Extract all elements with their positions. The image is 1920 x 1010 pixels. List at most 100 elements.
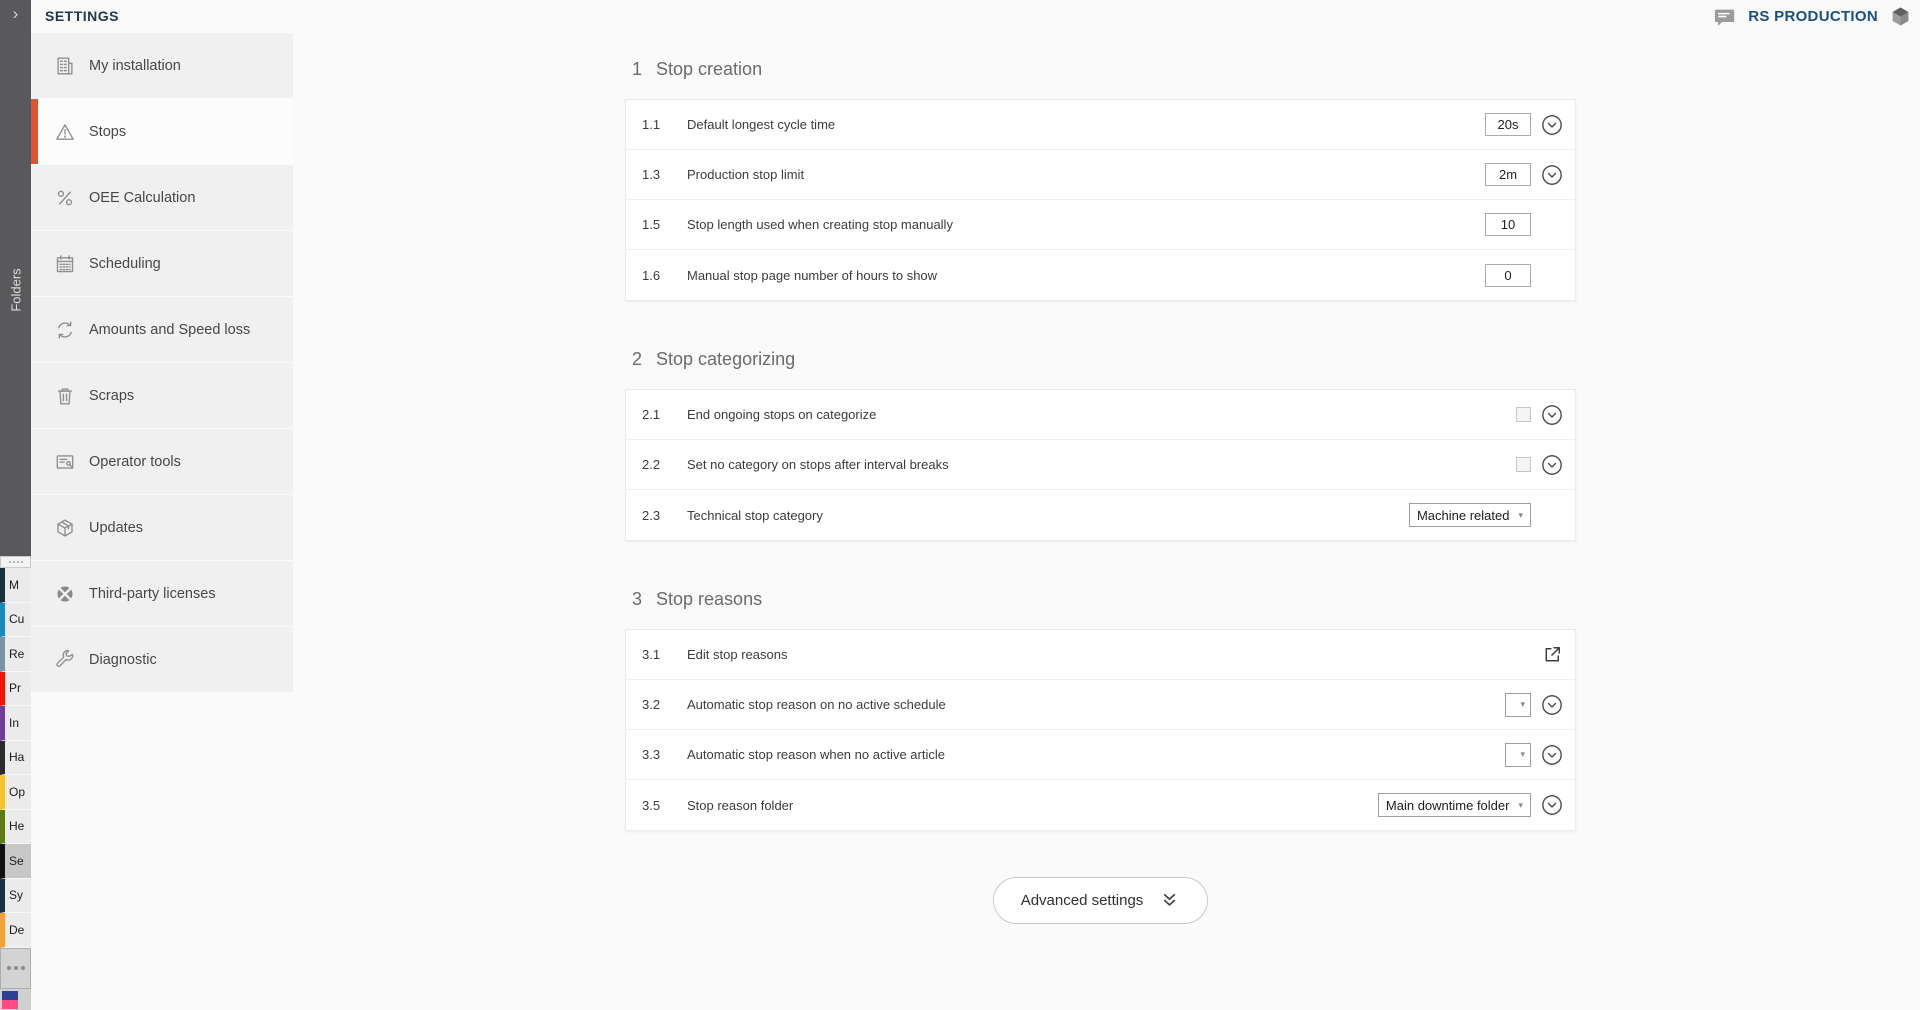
more-options-button[interactable] [0, 948, 31, 989]
sidebar-item-diagnostic[interactable]: Diagnostic [31, 627, 293, 692]
setting-number: 1.3 [642, 167, 687, 182]
select-dropdown[interactable]: Machine related▾ [1409, 503, 1531, 527]
trash-icon [53, 384, 77, 408]
expand-slot-empty [1541, 214, 1563, 236]
checkbox[interactable] [1516, 457, 1531, 472]
warning-icon [53, 120, 77, 144]
sidebar-item-label: Diagnostic [89, 652, 157, 668]
setting-row-1-6: 1.6Manual stop page number of hours to s… [626, 250, 1575, 300]
folder-nav-item-label: He [9, 819, 24, 833]
folder-nav-item-label: Ha [9, 750, 24, 764]
chat-icon[interactable] [1713, 6, 1737, 28]
folder-nav-item-label: Re [9, 647, 24, 661]
checkbox[interactable] [1516, 407, 1531, 422]
expand-folders-chevron-icon[interactable]: › [0, 4, 31, 24]
caret-down-icon: ▾ [1518, 801, 1523, 810]
folders-rail-label: Folders [8, 268, 23, 311]
sidebar-item-operator-tools[interactable]: Operator tools [31, 429, 293, 494]
sync-icon [53, 318, 77, 342]
setting-control: ▾ [1505, 743, 1531, 767]
sidebar-item-updates[interactable]: Updates [31, 495, 293, 560]
value-input[interactable] [1485, 113, 1531, 136]
advanced-settings-button[interactable]: Advanced settings [993, 877, 1209, 924]
sidebar-item-label: Stops [89, 124, 126, 140]
folder-nav-item-he[interactable]: He [0, 810, 31, 845]
sidebar-item-oee-calculation[interactable]: OEE Calculation [31, 165, 293, 230]
setting-row-2-3: 2.3Technical stop categoryMachine relate… [626, 490, 1575, 540]
sidebar-item-label: Amounts and Speed loss [89, 322, 250, 338]
setting-number: 3.5 [642, 798, 687, 813]
folder-nav-item-in[interactable]: In [0, 706, 31, 741]
folder-nav-item-label: Op [9, 785, 25, 799]
select-dropdown[interactable]: ▾ [1505, 693, 1531, 717]
select-dropdown[interactable]: ▾ [1505, 743, 1531, 767]
id-card-icon [53, 450, 77, 474]
setting-control [1516, 457, 1531, 472]
setting-number: 2.1 [642, 407, 687, 422]
folder-nav-item-op[interactable]: Op [0, 775, 31, 810]
section-number: 1 [632, 59, 642, 80]
setting-label: Stop reason folder [687, 798, 1378, 813]
expand-row-chevron-icon[interactable] [1541, 694, 1563, 716]
setting-number: 3.3 [642, 747, 687, 762]
value-input[interactable] [1485, 163, 1531, 186]
mini-nav-drag-handle[interactable] [0, 556, 31, 568]
sidebar-item-third-party-licenses[interactable]: Third-party licenses [31, 561, 293, 626]
mini-nav-rail: M Cu Re Pr In Ha Op He Se Sy De [0, 556, 31, 1009]
sidebar-item-scheduling[interactable]: Scheduling [31, 231, 293, 296]
section-name: Stop creation [656, 59, 762, 80]
section-title-stop-reasons: 3 Stop reasons [625, 587, 1576, 612]
expand-row-chevron-icon[interactable] [1541, 794, 1563, 816]
caret-down-icon: ▾ [1518, 511, 1523, 520]
expand-row-chevron-icon[interactable] [1541, 114, 1563, 136]
expand-row-chevron-icon[interactable] [1541, 404, 1563, 426]
setting-label: End ongoing stops on categorize [687, 407, 1516, 422]
folders-rail: › Folders [0, 0, 31, 556]
folder-nav-item-se[interactable]: Se [0, 844, 31, 879]
value-input[interactable] [1485, 264, 1531, 287]
folder-nav-item-re[interactable]: Re [0, 637, 31, 672]
section-title-stop-categorizing: 2Stop categorizing [625, 347, 1576, 372]
setting-label: Edit stop reasons [687, 647, 1531, 662]
cube-icon[interactable] [1889, 5, 1912, 28]
sidebar-item-scraps[interactable]: Scraps [31, 363, 293, 428]
segments-icon [53, 582, 77, 606]
folder-nav-item-de[interactable]: De [0, 913, 31, 948]
select-dropdown[interactable]: Main downtime folder▾ [1378, 793, 1531, 817]
sidebar-item-my-installation[interactable]: My installation [31, 33, 293, 98]
folder-nav-item-cu[interactable]: Cu [0, 603, 31, 638]
setting-row-2-1: 2.1End ongoing stops on categorize [626, 390, 1575, 440]
setting-label: Stop length used when creating stop manu… [687, 217, 1485, 232]
folder-nav-item-ha[interactable]: Ha [0, 741, 31, 776]
setting-number: 1.5 [642, 217, 687, 232]
setting-control [1485, 213, 1531, 236]
setting-control: Main downtime folder▾ [1378, 793, 1531, 817]
setting-number: 2.2 [642, 457, 687, 472]
folder-nav-item-label: De [9, 923, 24, 937]
logo-bottom-block [2, 1000, 18, 1009]
settings-sidebar: My installation Stops OEE Calculation Sched… [31, 33, 293, 693]
section-number: 3 [632, 589, 642, 610]
setting-row-3-3: 3.3Automatic stop reason when no active … [626, 730, 1575, 780]
expand-row-chevron-icon[interactable] [1541, 164, 1563, 186]
folder-nav-item-pr[interactable]: Pr [0, 672, 31, 707]
folder-nav-item-label: Se [9, 854, 24, 868]
expand-row-chevron-icon[interactable] [1541, 454, 1563, 476]
sidebar-item-amounts-and-speed-loss[interactable]: Amounts and Speed loss [31, 297, 293, 362]
sidebar-item-stops[interactable]: Stops [31, 99, 293, 164]
setting-control: Machine related▾ [1409, 503, 1531, 527]
folder-nav-item-m[interactable]: M [0, 568, 31, 603]
app-logo [0, 989, 31, 1010]
sidebar-item-label: My installation [89, 58, 181, 74]
folder-nav-item-label: M [9, 578, 19, 592]
value-input[interactable] [1485, 213, 1531, 236]
section-name: Stop reasons [656, 589, 762, 610]
expand-row-chevron-icon[interactable] [1541, 744, 1563, 766]
caret-down-icon: ▾ [1520, 750, 1525, 759]
folder-nav-item-label: Pr [9, 681, 21, 695]
setting-label: Technical stop category [687, 508, 1409, 523]
folder-nav-item-sy[interactable]: Sy [0, 879, 31, 914]
sidebar-item-label: OEE Calculation [89, 190, 195, 206]
sidebar-item-label: Third-party licenses [89, 586, 216, 602]
external-link-icon[interactable] [1541, 644, 1563, 666]
